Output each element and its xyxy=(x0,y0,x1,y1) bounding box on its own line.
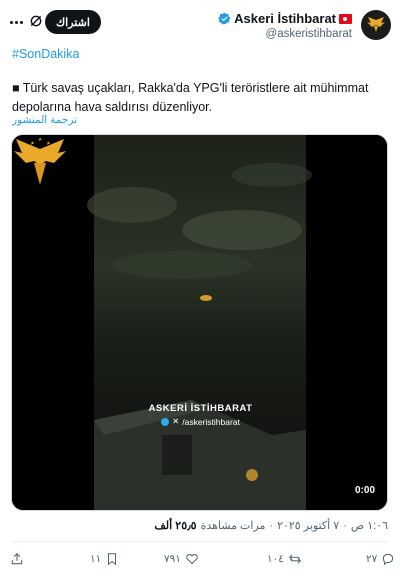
grok-icon[interactable] xyxy=(29,14,43,28)
post-meta: ١:٠٦ ص · ٧ أكتوبر ٢٠٢٥ · مرات مشاهدة ٢٥٫… xyxy=(154,519,388,533)
watermark-eagle-icon xyxy=(14,137,66,185)
author-display-name[interactable]: Askeri İstihbarat xyxy=(234,11,336,26)
reply-button[interactable]: ٢٧ xyxy=(366,552,395,566)
share-icon xyxy=(11,553,23,565)
views-label: مرات مشاهدة xyxy=(200,520,266,532)
video-frame xyxy=(12,135,387,510)
author-avatar[interactable] xyxy=(361,10,391,40)
video-player[interactable]: ASKERİ İSTİHBARAT ✕ /askeristihbarat 0:0… xyxy=(11,134,388,511)
more-icon[interactable] xyxy=(8,14,24,30)
bookmark-icon xyxy=(108,553,117,566)
turkey-flag-icon xyxy=(339,13,352,24)
subscribe-button[interactable]: اشتراك xyxy=(45,10,101,34)
like-button[interactable]: ٧٩١ xyxy=(164,552,199,566)
x-icon: ✕ xyxy=(172,416,180,426)
heart-icon xyxy=(186,553,198,565)
meta-separator: · xyxy=(269,519,274,532)
reply-icon xyxy=(383,553,394,566)
watermark-handle-row: ✕ /askeristihbarat xyxy=(12,416,387,427)
divider xyxy=(12,541,388,542)
share-button[interactable] xyxy=(10,552,24,566)
tweet-card: Askeri İstihbarat @askeristihbarat اشترا… xyxy=(0,0,400,576)
repost-count: ١٠٤ xyxy=(267,553,284,565)
reply-count: ٢٧ xyxy=(366,553,378,565)
hashtag-link[interactable]: #SonDakika xyxy=(12,47,79,61)
verified-badge-icon xyxy=(218,12,231,25)
author-handle[interactable]: @askeristihbarat xyxy=(266,28,352,40)
watermark-title: ASKERİ İSTİHBARAT xyxy=(148,403,253,414)
action-bar: ٢٧ ١٠٤ ٧٩١ ١١ xyxy=(0,552,400,570)
bookmark-count: ١١ xyxy=(90,553,102,565)
repost-button[interactable]: ١٠٤ xyxy=(267,552,302,566)
bookmark-button[interactable]: ١١ xyxy=(90,552,119,566)
author-name-row[interactable]: Askeri İstihbarat xyxy=(218,11,352,26)
repost-icon xyxy=(288,554,301,564)
views-count: ٢٥٫٥ ألف xyxy=(154,520,197,532)
meta-separator: · xyxy=(343,519,347,532)
telegram-icon xyxy=(161,417,170,426)
eagle-logo-icon xyxy=(367,17,385,32)
post-date[interactable]: ٧ أكتوبر ٢٠٢٥ xyxy=(277,519,339,532)
video-duration: 0:00 xyxy=(354,485,375,496)
post-text: ■ Türk savaş uçakları, Rakka'da YPG'li t… xyxy=(12,81,369,114)
translate-post-link[interactable]: ترجمة المنشور xyxy=(12,114,77,126)
like-count: ٧٩١ xyxy=(164,553,181,565)
watermark-handle: /askeristihbarat xyxy=(182,416,240,427)
post-time[interactable]: ١:٠٦ ص xyxy=(351,519,388,532)
